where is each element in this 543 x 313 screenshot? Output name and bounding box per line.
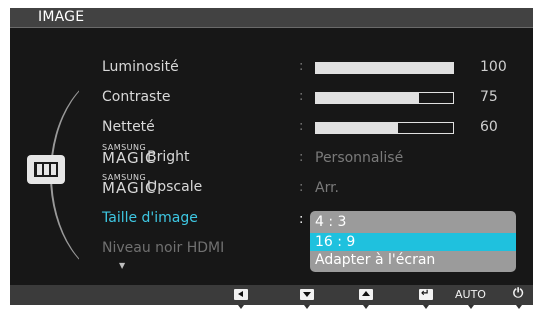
sharpness-slider-fill — [316, 123, 399, 133]
sharpness-slider[interactable] — [315, 122, 454, 134]
dropdown-option-16-9[interactable]: 16 : 9 — [310, 233, 516, 251]
menu-title: IMAGE — [38, 9, 85, 25]
contrast-colon: : — [299, 89, 304, 104]
menu-item-image-size[interactable]: Taille d'image — [102, 209, 198, 227]
menu-item-hdmi-black-level: Niveau noir HDMI — [102, 240, 225, 256]
brightness-value: 100 — [480, 59, 507, 75]
sharpness-colon: : — [299, 119, 304, 134]
button-pointer-up — [363, 305, 369, 309]
menu-item-contrast[interactable]: Contraste — [102, 88, 170, 106]
brightness-colon: : — [299, 59, 304, 74]
sharpness-value: 60 — [480, 119, 498, 135]
contrast-value: 75 — [480, 89, 498, 105]
scroll-down-icon[interactable]: ▼ — [119, 261, 125, 270]
key-guide-bar: ↵ AUTO ⏻ — [10, 285, 533, 305]
button-pointer-auto — [468, 305, 474, 309]
picture-frame-icon — [27, 155, 65, 184]
magic-bright-label: Bright — [147, 149, 190, 165]
magic-upscale-value: Arr. — [315, 180, 340, 196]
button-pointer-down — [304, 305, 310, 309]
button-pointer-left — [238, 305, 244, 309]
title-bar: IMAGE — [10, 8, 533, 28]
image-size-dropdown[interactable]: 4 : 3 16 : 9 Adapter à l'écran — [310, 211, 516, 272]
brightness-slider-fill — [316, 63, 453, 73]
image-size-colon: : — [299, 212, 304, 227]
dropdown-option-fit-screen[interactable]: Adapter à l'écran — [310, 251, 516, 269]
brightness-slider[interactable] — [315, 62, 454, 74]
auto-icon[interactable]: AUTO — [455, 288, 486, 302]
dropdown-option-4-3[interactable]: 4 : 3 — [310, 213, 516, 231]
button-pointer-enter — [423, 305, 429, 309]
magic-bright-colon: : — [299, 150, 304, 165]
menu-item-brightness[interactable]: Luminosité — [102, 58, 179, 76]
button-pointer-power — [516, 305, 522, 309]
magic-bright-value: Personnalisé — [315, 150, 404, 166]
magic-upscale-label: Upscale — [147, 179, 203, 195]
contrast-slider[interactable] — [315, 92, 454, 104]
contrast-slider-fill — [316, 93, 419, 103]
menu-item-sharpness[interactable]: Netteté — [102, 118, 155, 136]
power-icon[interactable]: ⏻ — [513, 285, 523, 303]
osd-window: IMAGE Luminosité : 100 Contraste : 75 Ne… — [10, 8, 533, 305]
magic-upscale-colon: : — [299, 180, 304, 195]
